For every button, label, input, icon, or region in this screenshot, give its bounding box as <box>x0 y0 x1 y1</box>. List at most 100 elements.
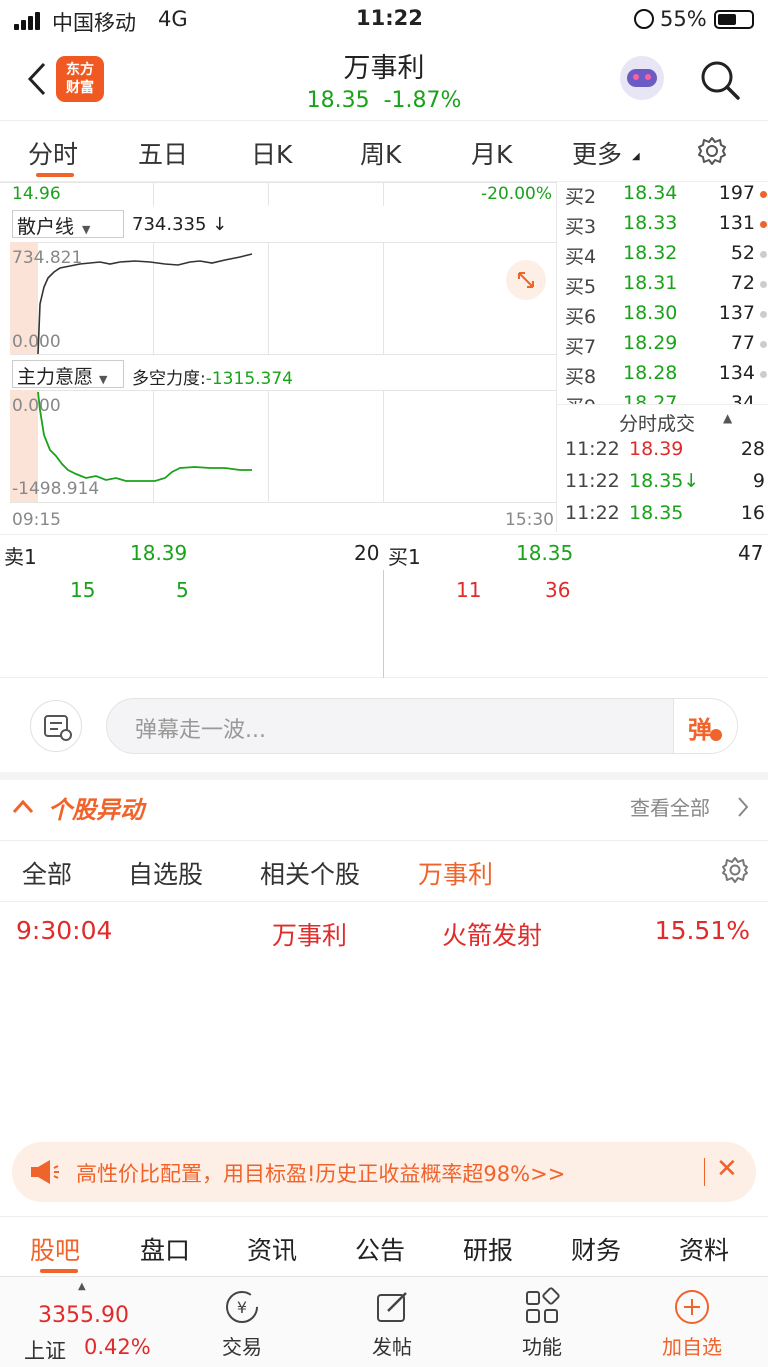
buy-queue-item: 11 <box>456 578 482 602</box>
battery-percent: 55% <box>660 7 707 31</box>
tab-market-depth[interactable]: 盘口 <box>140 1231 190 1267</box>
bottom-nav: ▲ 3355.90 上证 0.42% ¥ 交易 发帖 功能 加自选 <box>0 1276 768 1367</box>
tab-profile[interactable]: 资料 <box>679 1231 729 1267</box>
more-dropdown-icon: ◢ <box>632 151 640 162</box>
tab-intraday[interactable]: 分时 <box>28 135 78 171</box>
trade-row: 11:22 18.35 16 <box>565 502 765 524</box>
tab-watchlist[interactable]: 自选股 <box>128 855 203 891</box>
retail-line-plot <box>37 253 253 354</box>
order-book: 买2 18.34 197 买3 18.33 131 买4 18.32 52 买5 18.… <box>556 182 768 532</box>
tab-all[interactable]: 全部 <box>22 855 72 891</box>
nav-post[interactable]: 发帖 <box>342 1287 442 1360</box>
tab-active-indicator <box>40 1269 78 1273</box>
movement-event: 火箭发射 <box>442 921 543 950</box>
add-circle-icon <box>675 1290 709 1324</box>
main-force-selector[interactable]: 主力意愿 ▼ <box>12 360 124 388</box>
tab-weekly-k[interactable]: 周K <box>360 135 401 171</box>
settings-gear-icon[interactable] <box>696 135 728 167</box>
tab-related[interactable]: 相关个股 <box>260 855 360 891</box>
nav-functions[interactable]: 功能 <box>492 1287 592 1360</box>
svg-text:¥: ¥ <box>237 1298 247 1317</box>
order-queue: 15 5 11 36 <box>0 570 768 678</box>
chevron-right-icon <box>738 797 749 817</box>
content-tabs: 股吧 盘口 资讯 公告 研报 财务 资料 <box>0 1216 768 1276</box>
danmaku-bar: 弹幕走一波... 弹 <box>0 690 768 760</box>
time-end-label: 15:30 <box>505 510 554 530</box>
buy1-label: 买1 <box>388 545 421 569</box>
movement-pct: 15.51% <box>654 916 750 945</box>
trade-row: 11:22 18.35↓ 9 <box>565 470 765 492</box>
retail-line-selector[interactable]: 散户线 ▼ <box>12 210 124 238</box>
promo-banner[interactable]: 高性价比配置，用目标盈!历史正收益概率超98%>> ✕ <box>12 1142 756 1202</box>
buy-queue-item: 36 <box>545 578 571 602</box>
clock: 11:22 <box>356 6 423 30</box>
order-book-row: 买918.27 34 <box>565 392 755 404</box>
send-danmaku-button[interactable]: 弹 <box>673 699 737 753</box>
trade-row: 11:22 18.39 28 <box>565 438 765 460</box>
order-book-row: 买8 18.28 134 <box>565 362 767 392</box>
close-icon[interactable]: ✕ <box>716 1154 738 1184</box>
sell-queue-item: 15 <box>70 578 96 602</box>
order-book-row: 买2 18.34 197 <box>565 182 767 212</box>
tab-financials[interactable]: 财务 <box>571 1231 621 1267</box>
carrier: 中国移动 <box>52 11 136 35</box>
index-pct: 0.42% <box>84 1335 151 1359</box>
grid-apps-icon <box>526 1287 560 1323</box>
index-name: 上证 <box>24 1339 66 1363</box>
price-top-label: 14.96 <box>12 184 61 204</box>
index-value: 3355.90 <box>38 1303 129 1328</box>
movement-settings-gear-icon[interactable] <box>720 855 750 885</box>
intraday-chart[interactable]: 14.96 -20.00% 散户线 ▼ 734.335 ↓ 734.821 0.0… <box>0 182 556 532</box>
order-book-row: 买6 18.30 137 <box>565 302 767 332</box>
buy1-volume: 47 <box>738 541 764 565</box>
promo-text: 高性价比配置，用目标盈!历史正收益概率超98%>> <box>76 1162 566 1186</box>
buy1-price: 18.35 <box>516 541 574 565</box>
tab-this-stock[interactable]: 万事利 <box>418 855 493 891</box>
tab-research[interactable]: 研报 <box>463 1231 513 1267</box>
search-icon[interactable] <box>698 58 742 102</box>
alarm-icon <box>634 9 654 29</box>
tab-daily-k[interactable]: 日K <box>251 135 292 171</box>
status-bar: 中国移动 4G 11:22 55% <box>0 0 768 40</box>
chart-tabs: 分时 五日 日K 周K 月K 更多 ◢ <box>0 120 768 182</box>
megaphone-icon <box>31 1160 59 1184</box>
order-book-row: 买4 18.32 52 <box>565 242 767 272</box>
order-book-row: 买7 18.29 77 <box>565 332 767 362</box>
tab-active-indicator <box>36 173 74 177</box>
trade-yuan-icon: ¥ <box>226 1291 258 1323</box>
tab-five-day[interactable]: 五日 <box>138 135 188 171</box>
sell-queue-item: 5 <box>176 578 189 602</box>
sell1-volume: 20 <box>354 541 380 565</box>
nav-add-watchlist[interactable]: 加自选 <box>642 1287 742 1360</box>
movement-stock: 万事利 <box>272 921 348 950</box>
index-ticker[interactable]: ▲ 3355.90 上证 0.42% <box>10 1281 180 1365</box>
danmaku-input[interactable]: 弹幕走一波... 弹 <box>106 698 738 754</box>
view-all-link[interactable]: 查看全部 <box>630 792 710 821</box>
movement-tabs: 全部 自选股 相关个股 万事利 <box>0 840 768 902</box>
section-title: 个股异动 <box>48 796 144 824</box>
trades-header[interactable]: 分时成交 ▲ <box>557 404 768 438</box>
tab-news[interactable]: 资讯 <box>247 1231 297 1267</box>
tab-announcements[interactable]: 公告 <box>355 1231 405 1267</box>
collapse-caret-icon: ▲ <box>723 411 733 425</box>
main-force-plot <box>37 391 252 482</box>
movement-row[interactable]: 9:30:04 万事利 火箭发射 15.51% <box>0 912 768 958</box>
tab-monthly-k[interactable]: 月K <box>471 135 512 171</box>
stock-movement-header[interactable]: 个股异动 查看全部 <box>0 772 768 838</box>
danmaku-settings-icon[interactable] <box>30 700 82 752</box>
expand-chart-icon[interactable] <box>506 260 546 300</box>
retail-line-value: 734.335 ↓ <box>132 214 228 235</box>
tab-more[interactable]: 更多 <box>572 135 622 171</box>
nav-trade[interactable]: ¥ 交易 <box>192 1287 292 1360</box>
stock-header: 东方 财富 万事利 18.35 -1.87% <box>0 40 768 120</box>
robot-assistant-icon[interactable] <box>620 56 664 100</box>
signal-icon <box>14 10 46 30</box>
order-book-row: 买3 18.33 131 <box>565 212 767 242</box>
movement-time: 9:30:04 <box>16 916 113 945</box>
sell1-label: 卖1 <box>4 545 37 569</box>
sell1-price: 18.39 <box>130 541 188 565</box>
collapse-up-icon[interactable] <box>12 798 34 814</box>
order-book-row: 买5 18.31 72 <box>565 272 767 302</box>
tab-forum[interactable]: 股吧 <box>30 1231 80 1267</box>
main-force-value: 多空力度:-1315.374 <box>132 369 293 389</box>
